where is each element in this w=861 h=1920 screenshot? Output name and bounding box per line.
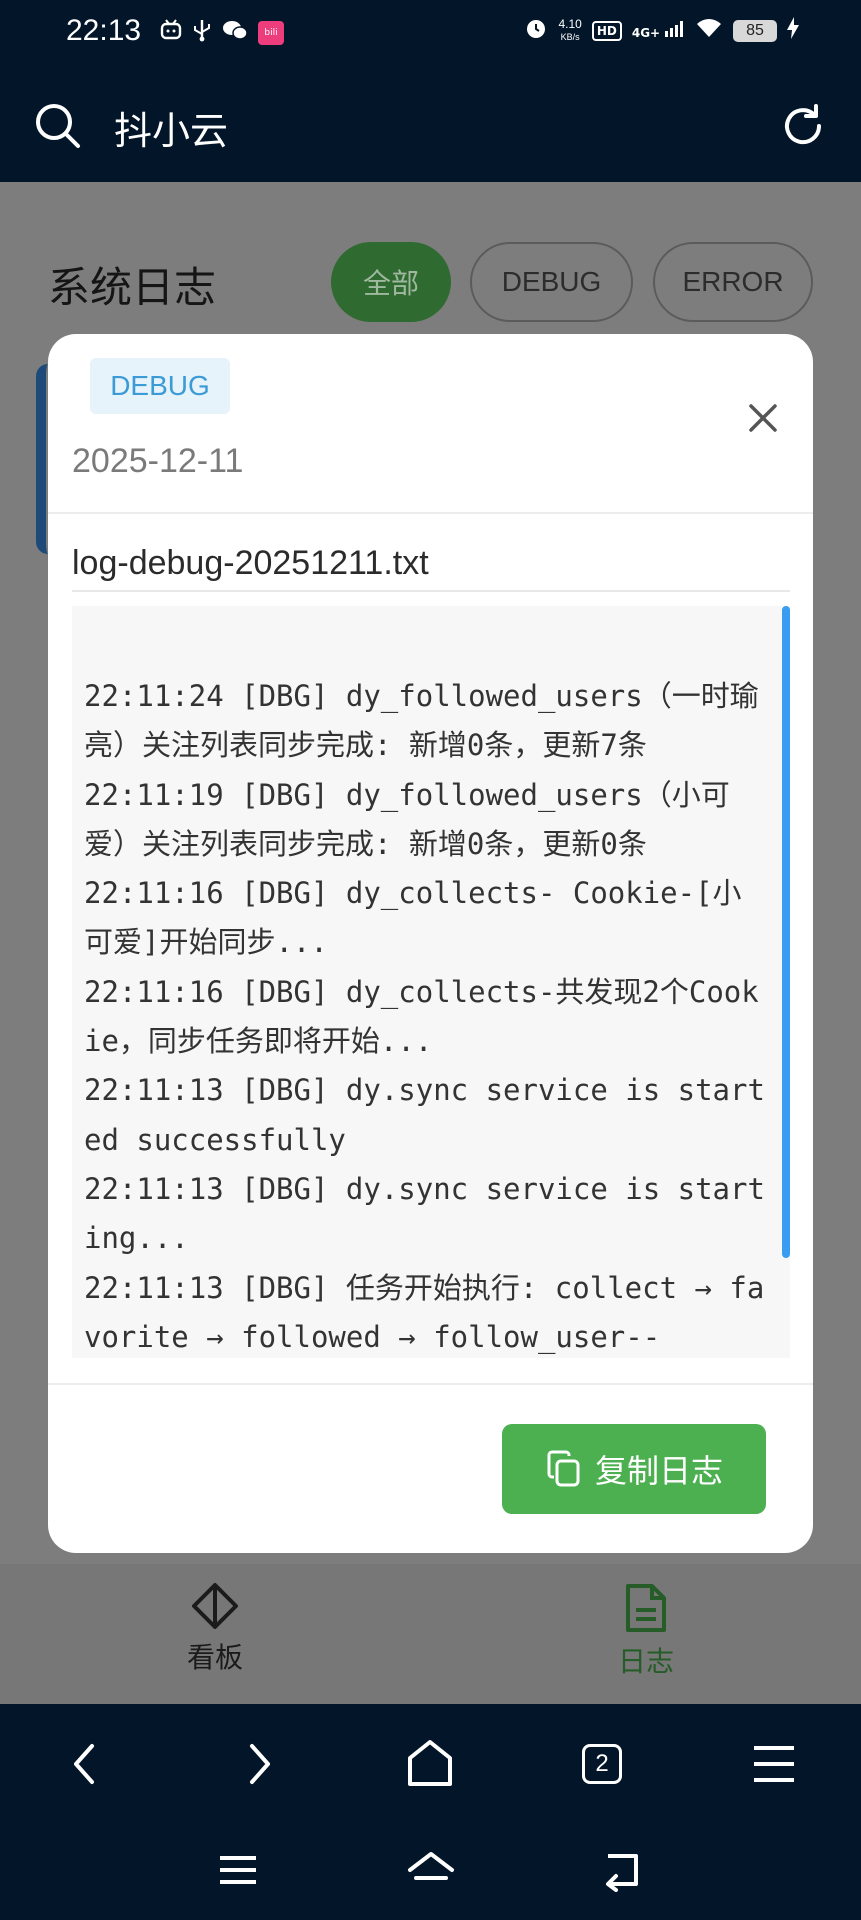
system-nav-bar [0, 1822, 861, 1920]
close-button[interactable] [743, 398, 783, 438]
log-line: 22:11:13 [DBG] 任务开始执行: collect → favorit… [84, 1270, 765, 1354]
nav-dashboard[interactable]: 看板 [145, 1582, 285, 1676]
log-line: 22:11:13 [DBG] dy.sync service is starte… [84, 1073, 765, 1157]
browser-toolbar: 2 [0, 1704, 861, 1822]
filename-divider [72, 590, 790, 592]
recents-icon [220, 1856, 256, 1884]
tab-count: 2 [582, 1744, 622, 1784]
close-icon [749, 404, 777, 432]
copy-log-button[interactable]: 复制日志 [502, 1424, 766, 1514]
log-content[interactable]: 22:11:24 [DBG] dy_followed_users（一时瑜亮）关注… [72, 606, 790, 1358]
log-line: 22:11:13 [DBG] dy.sync service is starti… [84, 1171, 765, 1256]
forward-button[interactable] [230, 1736, 286, 1792]
battery-indicator: 85 [733, 19, 777, 42]
home-pentagon-icon [408, 1740, 452, 1786]
app-header: 抖小云 [0, 70, 861, 182]
refresh-icon[interactable] [779, 102, 827, 150]
footer-divider [48, 1383, 813, 1385]
bottom-nav: 看板 日志 [0, 1564, 861, 1704]
alarm-icon [524, 16, 548, 45]
bilibili-app-icon: bili [258, 20, 284, 45]
log-filename: log-debug-20251211.txt [72, 544, 429, 582]
filter-error-button[interactable]: ERROR [653, 242, 813, 322]
wifi-icon [695, 17, 723, 44]
log-detail-dialog: DEBUG 2025-12-11 log-debug-20251211.txt … [48, 334, 813, 1553]
chevron-left-icon [74, 1744, 94, 1784]
tabs-button[interactable]: 2 [574, 1736, 630, 1792]
system-back-button[interactable] [600, 1848, 644, 1896]
filter-debug-button[interactable]: DEBUG [470, 242, 633, 322]
log-line: 22:11:19 [DBG] dy_followed_users（小可爱）关注列… [84, 777, 730, 861]
menu-button[interactable] [746, 1736, 802, 1792]
status-notification-icons: bili [160, 18, 284, 47]
network-speed-value: 4.10 [558, 17, 582, 31]
log-line: 22:11:16 [DBG] dy_collects- Cookie-[小可爱]… [84, 876, 742, 960]
search-icon[interactable] [34, 102, 82, 150]
copy-log-label: 复制日志 [594, 1452, 723, 1490]
home-icon [408, 1852, 454, 1880]
back-button[interactable] [58, 1736, 114, 1792]
status-time: 22:13 [66, 14, 142, 47]
diamond-icon [192, 1583, 238, 1629]
log-level-tag: DEBUG [90, 358, 230, 414]
network-speed-unit: KB/s [560, 32, 580, 42]
status-system-icons: 4.10 KB/s HD 4G+ 85 [524, 16, 799, 45]
log-line: 22:11:24 [DBG] dy_followed_users（一时瑜亮）关注… [84, 679, 759, 763]
bilibili-tv-icon [160, 19, 182, 46]
log-text: 22:11:24 [DBG] dy_followed_users（一时瑜亮）关注… [84, 672, 769, 1358]
system-home-button[interactable] [406, 1848, 456, 1896]
signal-icon: 4G+ [631, 20, 685, 41]
status-bar: 22:13 bili 4.10 KB/s HD 4G+ 85 [0, 0, 861, 70]
app-title: 抖小云 [114, 109, 229, 153]
nav-logs-label: 日志 [617, 1645, 674, 1678]
header-divider [48, 512, 813, 514]
nav-dashboard-label: 看板 [186, 1641, 243, 1674]
recents-button[interactable] [216, 1850, 260, 1894]
menu-icon [754, 1746, 794, 1782]
log-line: 22:11:16 [DBG] dy_collects-共发现2个Cookie，同… [84, 974, 759, 1059]
log-scrollbar[interactable] [782, 606, 790, 1258]
charging-icon [787, 17, 799, 44]
filter-all-button[interactable]: 全部 [331, 242, 451, 322]
log-date: 2025-12-11 [72, 442, 244, 480]
document-icon [626, 1584, 666, 1632]
page-title: 系统日志 [48, 263, 217, 312]
signal-label: 4G+ [631, 25, 661, 40]
wechat-icon [222, 19, 248, 46]
chevron-right-icon [250, 1744, 270, 1784]
network-speed: 4.10 KB/s [558, 18, 581, 43]
home-button[interactable] [402, 1736, 458, 1792]
nav-logs[interactable]: 日志 [576, 1582, 716, 1680]
usb-icon [192, 18, 212, 47]
return-icon [606, 1854, 638, 1892]
copy-icon [547, 1450, 580, 1487]
hd-icon: HD [591, 20, 622, 41]
